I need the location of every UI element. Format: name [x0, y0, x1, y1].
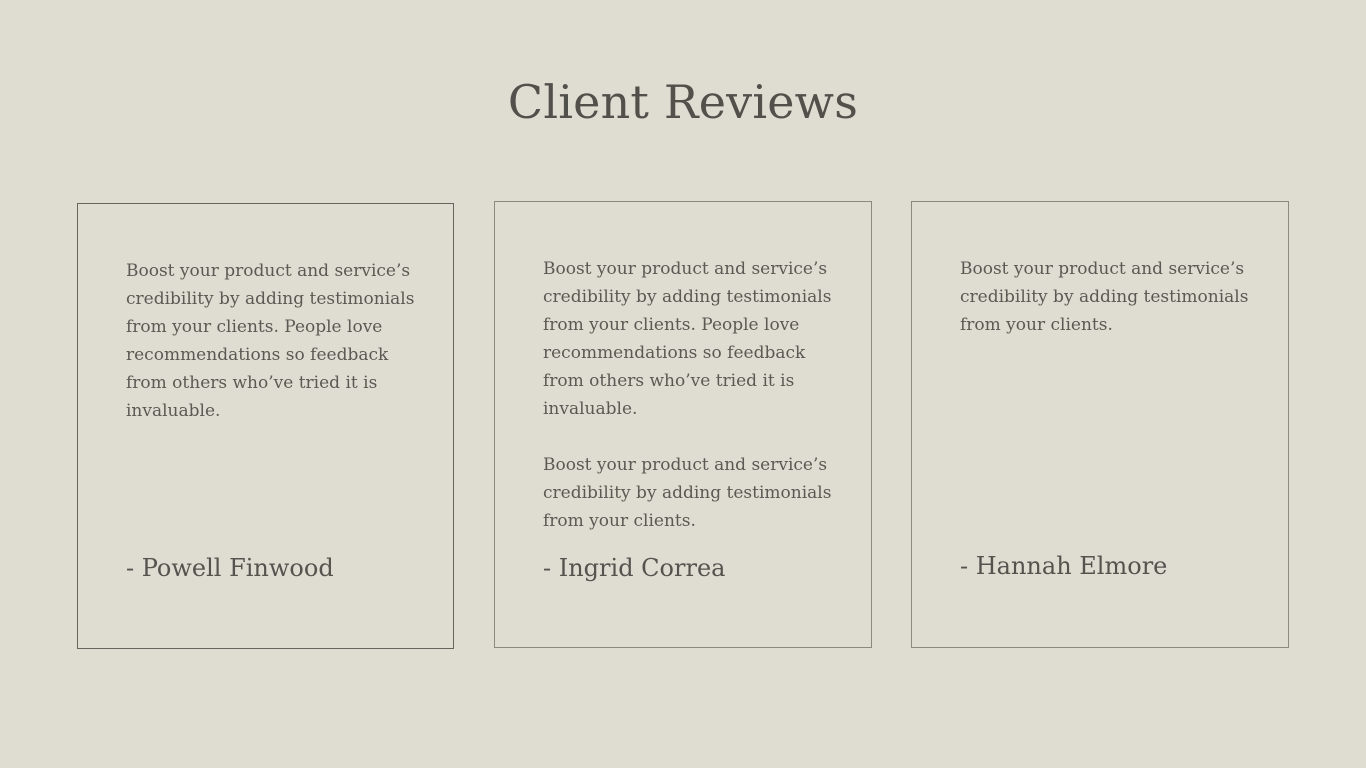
review-paragraph: Boost your product and service’s credibi…: [960, 259, 1249, 335]
review-quote: Boost your product and service’s credibi…: [126, 257, 416, 425]
review-author: - Hannah Elmore: [960, 552, 1168, 580]
review-card-powell-finwood: Boost your product and service’s credibi…: [77, 203, 454, 649]
page-title: Client Reviews: [507, 75, 859, 129]
review-quote: Boost your product and service’s credibi…: [543, 255, 833, 535]
review-quote: Boost your product and service’s credibi…: [960, 255, 1250, 339]
review-card-hannah-elmore: Boost your product and service’s credibi…: [911, 201, 1289, 648]
review-author: - Powell Finwood: [126, 554, 334, 582]
review-card-ingrid-correa: Boost your product and service’s credibi…: [494, 201, 872, 648]
review-paragraph: Boost your product and service’s credibi…: [126, 261, 415, 421]
review-author: - Ingrid Correa: [543, 554, 726, 582]
review-paragraph: Boost your product and service’s credibi…: [543, 259, 832, 419]
review-paragraph: Boost your product and service’s credibi…: [543, 455, 832, 531]
